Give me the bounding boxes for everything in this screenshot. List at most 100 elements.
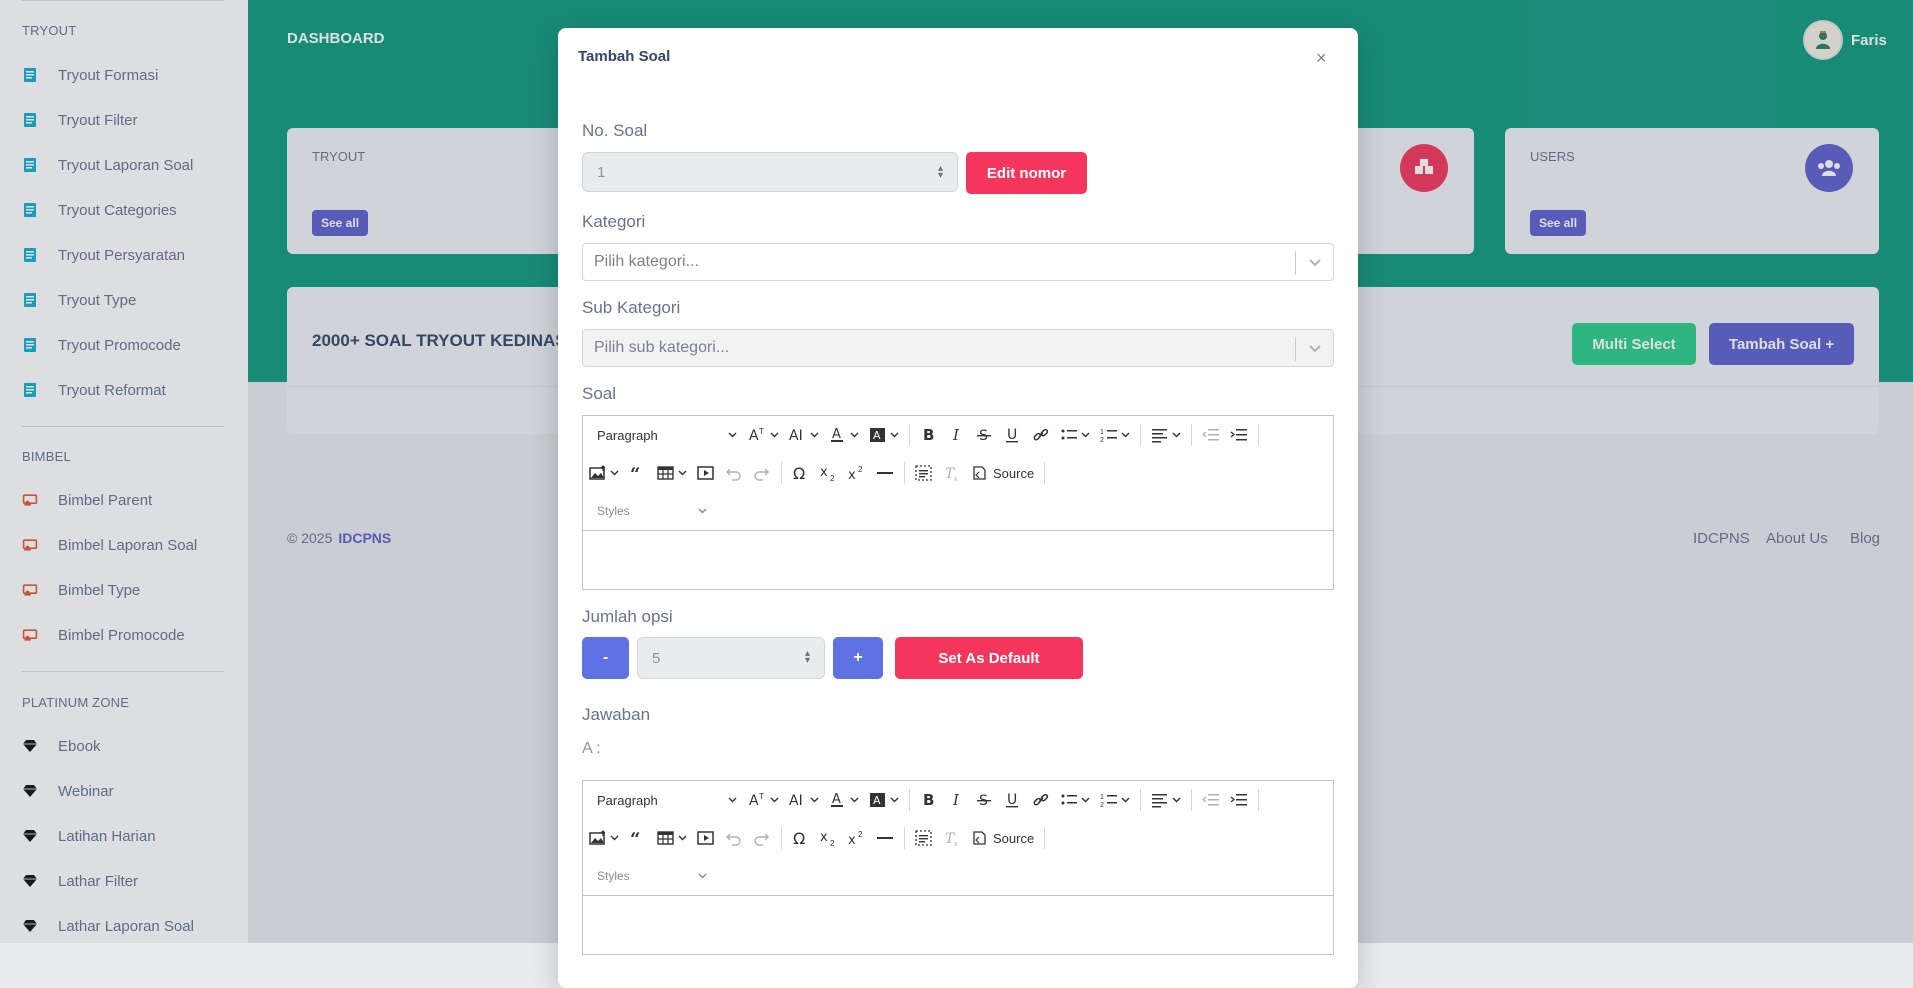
special-characters-icon[interactable]: Ω xyxy=(792,830,810,846)
svg-text:T: T xyxy=(759,427,764,436)
toolbar-separator xyxy=(781,827,782,849)
superscript-icon[interactable]: x2 xyxy=(848,465,866,481)
remove-format-icon[interactable]: Tx xyxy=(943,830,961,846)
horizontal-line-icon[interactable] xyxy=(876,465,894,481)
spinner-icon[interactable]: ▴ ▾ xyxy=(938,164,943,181)
svg-text:I: I xyxy=(952,427,960,443)
increase-options-button[interactable]: + xyxy=(833,637,883,679)
subscript-icon[interactable]: x2 xyxy=(820,830,838,846)
select-all-icon[interactable] xyxy=(915,830,933,846)
font-size-icon[interactable]: AT xyxy=(749,427,779,443)
svg-text:1: 1 xyxy=(1100,794,1104,801)
sub-kategori-label: Sub Kategori xyxy=(582,298,681,317)
soal-editor-content[interactable] xyxy=(583,531,1333,589)
editor-toolbar-row: Paragraph A T AI A A B I S U 1 2 xyxy=(583,416,1333,454)
answer-a-editor-content[interactable] xyxy=(583,896,1333,954)
undo-icon[interactable] xyxy=(725,465,743,481)
subscript-icon[interactable]: x2 xyxy=(820,465,838,481)
undo-icon[interactable] xyxy=(725,830,743,846)
link-icon[interactable] xyxy=(1032,792,1050,808)
media-embed-icon[interactable] xyxy=(697,830,715,846)
indent-icon[interactable] xyxy=(1230,792,1248,808)
bold-icon[interactable]: B xyxy=(920,427,938,443)
edit-nomor-button[interactable]: Edit nomor xyxy=(966,152,1087,194)
image-upload-icon[interactable] xyxy=(589,465,619,481)
italic-icon[interactable]: I xyxy=(948,792,966,808)
underline-icon[interactable]: U xyxy=(1004,427,1022,443)
editor-toolbar-row: Paragraph A T AI A A B I S U 1 2 xyxy=(583,781,1333,819)
editor-toolbar-row: Styles xyxy=(583,492,1333,531)
answer-a-label: A : xyxy=(582,740,601,757)
toolbar-separator xyxy=(904,462,905,484)
font-color-icon[interactable]: A xyxy=(829,427,859,443)
blockquote-icon[interactable]: “ xyxy=(629,830,647,846)
font-family-icon[interactable]: AI xyxy=(789,792,819,808)
sub-kategori-select[interactable]: Pilih sub kategori... xyxy=(582,329,1334,367)
svg-text:x: x xyxy=(848,833,856,846)
chevron-down-icon xyxy=(1309,259,1321,267)
kategori-select[interactable]: Pilih kategori... xyxy=(582,243,1334,281)
no-soal-input[interactable]: 1 ▴ ▾ xyxy=(582,152,958,192)
svg-text:T: T xyxy=(759,792,764,801)
underline-icon[interactable]: U xyxy=(1004,792,1022,808)
table-icon[interactable] xyxy=(657,465,687,481)
background-color-icon[interactable]: A xyxy=(869,792,899,808)
svg-text:1: 1 xyxy=(1100,429,1104,436)
strikethrough-icon[interactable]: S xyxy=(976,792,994,808)
outdent-icon[interactable] xyxy=(1202,792,1220,808)
styles-dropdown[interactable]: Styles xyxy=(589,869,707,883)
align-icon[interactable] xyxy=(1151,427,1181,443)
svg-text:2: 2 xyxy=(858,830,863,839)
indent-icon[interactable] xyxy=(1230,427,1248,443)
redo-icon[interactable] xyxy=(753,830,771,846)
decrease-options-button[interactable]: - xyxy=(582,637,629,679)
font-family-icon[interactable]: AI xyxy=(789,427,819,443)
paragraph-dropdown[interactable]: Paragraph xyxy=(589,793,737,808)
editor-toolbar-row: “Ωx 2 x 2 Tx Source xyxy=(583,819,1333,857)
special-characters-icon[interactable]: Ω xyxy=(792,465,810,481)
svg-text:I: I xyxy=(952,792,960,808)
select-all-icon[interactable] xyxy=(915,465,933,481)
bold-icon[interactable]: B xyxy=(920,792,938,808)
font-color-icon[interactable]: A xyxy=(829,792,859,808)
bulleted-list-icon[interactable] xyxy=(1060,427,1090,443)
numbered-list-icon[interactable]: 12 xyxy=(1100,792,1130,808)
remove-format-icon[interactable]: Tx xyxy=(943,465,961,481)
bulleted-list-icon[interactable] xyxy=(1060,792,1090,808)
table-icon[interactable] xyxy=(657,830,687,846)
close-icon[interactable]: × xyxy=(1316,48,1327,69)
blockquote-icon[interactable]: “ xyxy=(629,465,647,481)
paragraph-label: Paragraph xyxy=(597,427,658,443)
source-button[interactable]: Source xyxy=(971,465,1034,481)
align-icon[interactable] xyxy=(1151,792,1181,808)
toolbar-separator xyxy=(1140,789,1141,811)
sub-kategori-placeholder: Pilih sub kategori... xyxy=(594,339,730,356)
background-color-icon[interactable]: A xyxy=(869,427,899,443)
outdent-icon[interactable] xyxy=(1202,427,1220,443)
source-button[interactable]: Source xyxy=(971,830,1034,846)
toolbar-separator xyxy=(781,462,782,484)
media-embed-icon[interactable] xyxy=(697,465,715,481)
set-default-button[interactable]: Set As Default xyxy=(895,637,1083,679)
horizontal-line-icon[interactable] xyxy=(876,830,894,846)
svg-text:x: x xyxy=(954,476,958,481)
font-size-icon[interactable]: AT xyxy=(749,792,779,808)
numbered-list-icon[interactable]: 12 xyxy=(1100,427,1130,443)
jumlah-opsi-input[interactable]: 5 ▴ ▾ xyxy=(637,637,825,679)
italic-icon[interactable]: I xyxy=(948,427,966,443)
link-icon[interactable] xyxy=(1032,427,1050,443)
jumlah-opsi-label: Jumlah opsi xyxy=(582,607,673,626)
strikethrough-icon[interactable]: S xyxy=(976,427,994,443)
styles-dropdown[interactable]: Styles xyxy=(589,504,707,518)
svg-text:U: U xyxy=(1007,427,1017,443)
superscript-icon[interactable]: x2 xyxy=(848,830,866,846)
paragraph-dropdown[interactable]: Paragraph xyxy=(589,428,737,443)
svg-text:U: U xyxy=(1007,792,1017,808)
toolbar-separator xyxy=(1044,827,1046,849)
toolbar-separator xyxy=(909,789,910,811)
image-upload-icon[interactable] xyxy=(589,830,619,846)
svg-text:A: A xyxy=(873,794,881,807)
redo-icon[interactable] xyxy=(753,465,771,481)
spinner-icon[interactable]: ▴ ▾ xyxy=(805,649,810,666)
toolbar-separator xyxy=(909,424,910,446)
